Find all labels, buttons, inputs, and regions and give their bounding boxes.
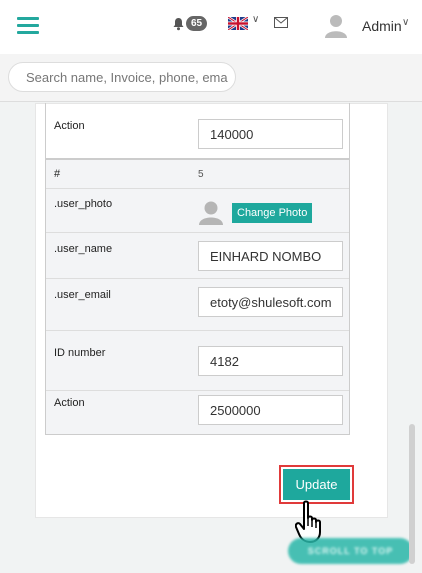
action-field[interactable] [198,395,343,425]
id-number-label: ID number [54,347,106,359]
user-avatar-icon[interactable] [325,14,347,38]
number-label: # [54,168,61,180]
user-photo-icon [199,201,223,225]
id-number-field[interactable] [198,346,343,376]
search-bar [0,54,422,102]
scroll-to-top-button[interactable]: SCROLL TO TOP [288,538,413,564]
table-row: ID number [46,330,349,390]
search-input[interactable] [8,62,236,92]
table-row: Action [46,390,349,434]
user-form-table: Action # 5 .user_photo Change Photo .use… [45,103,350,435]
scrollbar[interactable] [409,424,415,564]
notifications[interactable]: 65 [172,16,208,31]
table-row: .user_photo Change Photo [46,188,349,232]
user-email-field[interactable] [198,287,343,317]
top-navbar: 65 ∨ Admin ∨ [0,0,422,54]
uk-flag-icon[interactable] [228,17,248,30]
number-value: 5 [198,169,204,180]
notification-badge: 65 [186,16,208,31]
menu-icon[interactable] [17,17,39,37]
bell-icon [173,17,184,30]
user-name-field[interactable] [198,241,343,271]
update-button[interactable]: Update [283,469,350,500]
change-photo-button[interactable]: Change Photo [232,202,313,223]
action-label: Action [54,120,85,132]
table-row: .user_name [46,232,349,278]
table-row: .user_email [46,278,349,330]
mail-icon[interactable] [274,17,288,28]
table-row: # 5 [46,158,349,188]
table-row: Action [46,103,349,158]
chevron-down-icon[interactable]: ∨ [252,14,259,25]
user-photo-label: .user_photo [54,198,113,210]
action-label: Action [54,397,85,409]
user-email-label: .user_email [54,289,111,301]
chevron-down-icon[interactable]: ∨ [402,17,409,28]
user-menu-label[interactable]: Admin [362,18,402,34]
action-field[interactable] [198,119,343,149]
user-name-label: .user_name [54,243,113,255]
